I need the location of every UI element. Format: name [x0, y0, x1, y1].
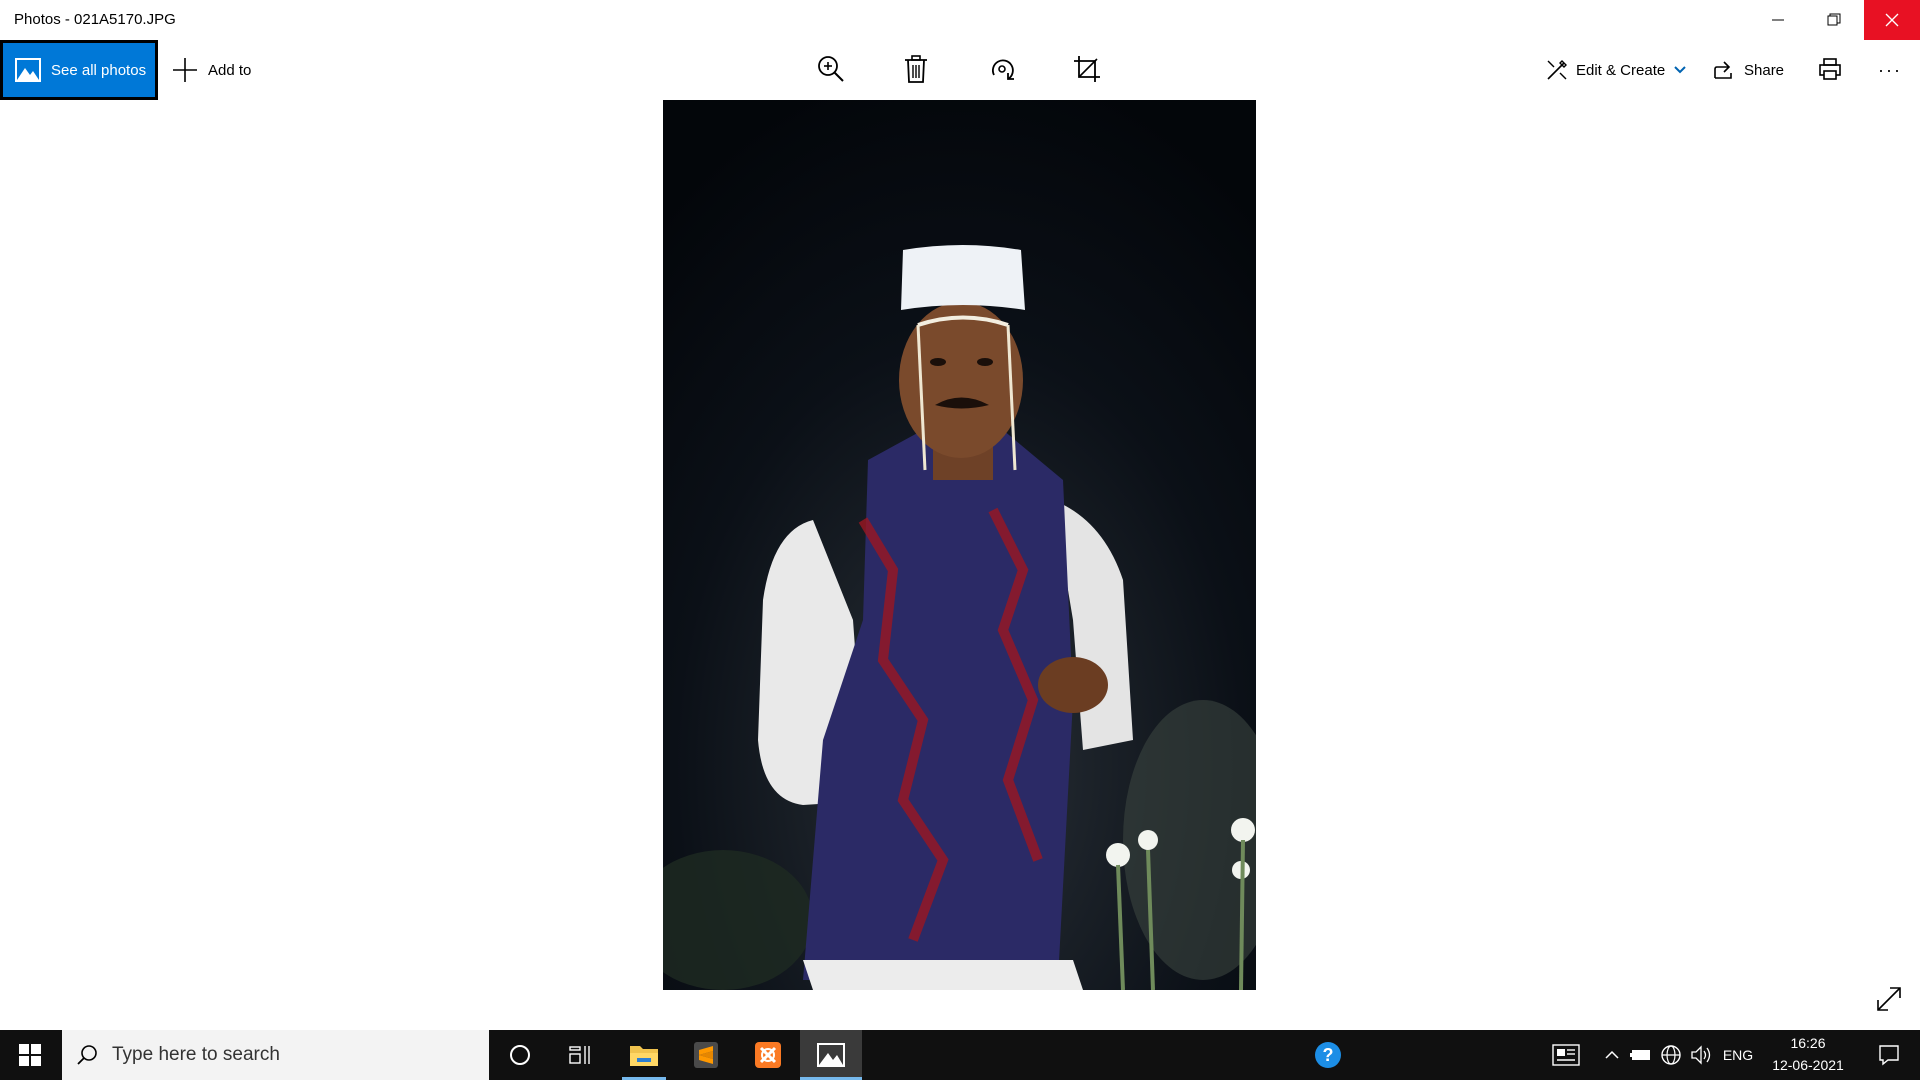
clock[interactable]: 16:26 12-06-2021 — [1758, 1032, 1858, 1078]
photo-view — [663, 100, 1256, 990]
language-button[interactable]: ENG — [1718, 1030, 1758, 1080]
network-button[interactable] — [1658, 1030, 1684, 1080]
volume-button[interactable] — [1688, 1030, 1714, 1080]
photo-image — [663, 100, 1256, 990]
show-hidden-icons-button[interactable] — [1600, 1030, 1624, 1080]
battery-button[interactable] — [1628, 1030, 1654, 1080]
delete-button[interactable] — [901, 54, 931, 84]
notification-icon — [1879, 1045, 1899, 1066]
news-icon — [1552, 1044, 1580, 1066]
cortana-button[interactable] — [496, 1030, 544, 1080]
task-view-icon — [569, 1046, 590, 1064]
crop-icon — [1074, 56, 1100, 82]
folder-icon — [630, 1046, 658, 1066]
action-center-button[interactable] — [1864, 1030, 1914, 1080]
clock-time: 16:26 — [1790, 1035, 1826, 1051]
svg-text:?: ? — [1323, 1045, 1334, 1065]
taskbar-xampp[interactable] — [742, 1030, 794, 1080]
crop-button[interactable] — [1072, 54, 1102, 84]
help-icon: ? — [1315, 1042, 1341, 1068]
chevron-down-icon — [1674, 66, 1686, 74]
more-icon: ··· — [1878, 59, 1902, 80]
printer-icon — [1819, 58, 1841, 80]
edit-create-button[interactable]: Edit & Create — [1546, 40, 1687, 100]
sublime-text-icon — [694, 1042, 718, 1068]
rotate-icon — [991, 59, 1014, 80]
taskbar-photos[interactable] — [800, 1030, 862, 1080]
title-bar: Photos - 021A5170.JPG — [0, 0, 1920, 40]
language-label: ENG — [1722, 1047, 1754, 1063]
clock-date: 12-06-2021 — [1772, 1057, 1844, 1073]
speaker-icon — [1691, 1045, 1711, 1065]
edit-create-label: Edit & Create — [1576, 61, 1666, 79]
taskbar-sublime-text[interactable] — [680, 1030, 732, 1080]
task-view-button[interactable] — [556, 1030, 604, 1080]
zoom-button[interactable] — [816, 54, 846, 84]
battery-icon — [1630, 1050, 1650, 1060]
edit-create-icon — [1547, 60, 1567, 80]
share-button[interactable]: Share — [1714, 40, 1784, 100]
help-button[interactable]: ? — [1308, 1030, 1348, 1080]
search-placeholder: Type here to search — [112, 1044, 280, 1065]
chevron-up-icon — [1605, 1050, 1619, 1059]
window-title: Photos - 021A5170.JPG — [14, 11, 176, 28]
start-button[interactable] — [0, 1030, 60, 1080]
photos-app-icon — [817, 1043, 845, 1067]
add-to-label: Add to — [208, 61, 252, 79]
add-to-button[interactable]: Add to — [172, 40, 251, 100]
plus-icon — [173, 58, 197, 82]
zoom-in-icon — [818, 56, 844, 82]
minimize-button[interactable] — [1750, 0, 1806, 40]
close-icon — [1885, 13, 1899, 27]
more-options-button[interactable]: ··· — [1878, 40, 1902, 100]
full-screen-button[interactable] — [1874, 984, 1904, 1014]
expand-icon — [1877, 987, 1901, 1011]
print-button[interactable] — [1815, 54, 1845, 84]
search-icon — [77, 1045, 97, 1065]
news-and-interests-button[interactable] — [1548, 1030, 1584, 1080]
minimize-icon — [1772, 19, 1784, 21]
xampp-icon — [755, 1042, 781, 1068]
rotate-button[interactable] — [987, 54, 1017, 84]
restore-button[interactable] — [1806, 0, 1862, 40]
see-all-photos-label: See all photos — [51, 61, 147, 79]
windows-icon — [19, 1044, 41, 1066]
share-label: Share — [1744, 61, 1785, 79]
see-all-photos-button[interactable]: See all photos — [0, 40, 158, 100]
photo-icon — [15, 58, 41, 82]
trash-icon — [905, 55, 927, 83]
share-icon — [1714, 61, 1732, 79]
close-button[interactable] — [1864, 0, 1920, 40]
taskbar-file-explorer[interactable] — [618, 1030, 670, 1080]
taskbar-search-box[interactable]: Type here to search — [62, 1030, 489, 1080]
restore-icon — [1827, 13, 1841, 26]
globe-icon — [1661, 1045, 1681, 1065]
cortana-icon — [510, 1045, 530, 1065]
